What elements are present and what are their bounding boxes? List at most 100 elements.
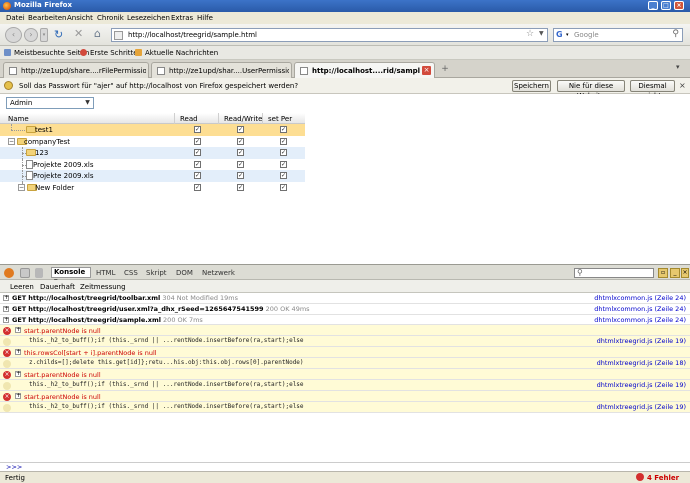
source-link[interactable]: dhtmlxtreegrid.js (Zeile 19): [597, 337, 686, 345]
not-now-button[interactable]: Diesmal nicht: [630, 80, 675, 100]
back-button[interactable]: ‹: [5, 27, 22, 43]
clear-button[interactable]: Leeren: [10, 283, 34, 291]
close-window-button[interactable]: ×: [674, 1, 684, 10]
read-checkbox[interactable]: ✓: [194, 160, 201, 168]
log-row-error[interactable]: × + start.parentNode is null: [0, 325, 690, 336]
options-icon[interactable]: [35, 268, 43, 278]
firebug-search-input[interactable]: ⚲: [574, 268, 654, 278]
breakpoint-icon[interactable]: [3, 382, 11, 390]
console-command-line[interactable]: >>>: [0, 462, 690, 471]
collapse-toggle-icon[interactable]: −: [18, 183, 25, 191]
tab-sample-html[interactable]: http://localhost....rid/sample.html ×: [294, 62, 435, 79]
expand-icon[interactable]: +: [3, 306, 9, 312]
minimize-firebug-icon[interactable]: _: [670, 268, 680, 278]
column-read[interactable]: Read: [180, 115, 198, 123]
breakpoint-icon[interactable]: [3, 338, 11, 346]
log-row-error[interactable]: × + start.parentNode is null: [0, 391, 690, 402]
url-bar[interactable]: http://localhost/treegrid/sample.html ☆ …: [111, 28, 548, 42]
menu-lesezeichen[interactable]: Lesezeichen: [127, 14, 170, 22]
source-link[interactable]: dhtmlxtreegrid.js (Zeile 19): [597, 381, 686, 389]
log-row-net[interactable]: + GET http://localhost/treegrid/user.xml…: [0, 304, 690, 315]
reload-icon[interactable]: ↻: [54, 28, 63, 41]
set-per-checkbox[interactable]: ✓: [280, 172, 287, 179]
persist-button[interactable]: Dauerhaft: [40, 283, 75, 291]
expand-icon[interactable]: +: [3, 317, 9, 323]
error-count-badge[interactable]: 4 Fehler: [636, 473, 679, 483]
collapse-toggle-icon[interactable]: −: [8, 137, 15, 145]
column-name[interactable]: Name: [8, 115, 29, 123]
source-link[interactable]: dhtmlxcommon.js (Zeile 24): [594, 305, 686, 313]
source-link[interactable]: dhtmlxcommon.js (Zeile 24): [594, 316, 686, 324]
google-engine-icon[interactable]: G: [556, 30, 563, 39]
menu-extras[interactable]: Extras: [171, 14, 193, 22]
read-write-checkbox[interactable]: ✓: [237, 183, 244, 191]
set-per-checkbox[interactable]: ✓: [280, 126, 287, 133]
set-per-checkbox[interactable]: ✓: [280, 183, 287, 191]
menu-ansicht[interactable]: Ansicht: [67, 14, 93, 22]
expand-icon[interactable]: +: [3, 295, 9, 301]
tab-dom[interactable]: DOM: [176, 269, 193, 277]
bookmark-star-icon[interactable]: ☆: [526, 29, 534, 39]
read-write-checkbox[interactable]: ✓: [237, 126, 244, 133]
log-row-error[interactable]: × + start.parentNode is null: [0, 369, 690, 380]
search-input[interactable]: G ▾ Google ⚲: [553, 28, 683, 42]
set-per-checkbox[interactable]: ✓: [280, 149, 287, 156]
chevron-down-icon[interactable]: ▼: [83, 99, 92, 107]
inspect-icon[interactable]: [20, 268, 30, 278]
expand-icon[interactable]: +: [15, 349, 21, 355]
close-tab-icon[interactable]: ×: [422, 66, 431, 75]
forward-button[interactable]: ›: [24, 28, 38, 42]
close-notification-icon[interactable]: ×: [679, 81, 686, 90]
expand-icon[interactable]: +: [15, 393, 21, 399]
read-write-checkbox[interactable]: ✓: [237, 137, 244, 145]
menu-datei[interactable]: Datei: [6, 14, 25, 22]
tab-skript[interactable]: Skript: [146, 269, 167, 277]
set-per-checkbox[interactable]: ✓: [280, 160, 287, 168]
tab-list-icon[interactable]: ▾: [676, 63, 686, 75]
tab-css[interactable]: CSS: [124, 269, 138, 277]
close-firebug-icon[interactable]: ×: [681, 268, 689, 278]
source-link[interactable]: dhtmlxtreegrid.js (Zeile 18): [597, 359, 686, 367]
tab-html[interactable]: HTML: [96, 269, 115, 277]
table-row[interactable]: Projekte 2009.xls ✓ ✓ ✓: [0, 170, 305, 182]
set-per-checkbox[interactable]: ✓: [280, 137, 287, 145]
save-password-button[interactable]: Speichern: [512, 80, 551, 92]
home-icon[interactable]: ⌂: [94, 27, 101, 40]
read-write-checkbox[interactable]: ✓: [237, 172, 244, 179]
read-checkbox[interactable]: ✓: [194, 172, 201, 179]
bookmark-most-visited[interactable]: Meistbesuchte Seiten: [4, 49, 89, 57]
menu-bearbeiten[interactable]: Bearbeiten: [28, 14, 66, 22]
column-read-write[interactable]: Read/Write: [224, 115, 262, 123]
table-row[interactable]: 123 ✓ ✓ ✓: [0, 147, 305, 159]
expand-icon[interactable]: +: [15, 327, 21, 333]
stop-icon[interactable]: ✕: [74, 27, 83, 40]
tab-netzwerk[interactable]: Netzwerk: [202, 269, 235, 277]
breakpoint-icon[interactable]: [3, 360, 11, 368]
read-write-checkbox[interactable]: ✓: [237, 149, 244, 156]
history-dropdown-icon[interactable]: ▾: [40, 28, 48, 42]
table-row[interactable]: − companyTest ✓ ✓ ✓: [0, 136, 305, 148]
firebug-icon[interactable]: [4, 268, 14, 278]
expand-icon[interactable]: +: [15, 371, 21, 377]
log-row-net[interactable]: + GET http://localhost/treegrid/toolbar.…: [0, 293, 690, 304]
read-checkbox[interactable]: ✓: [194, 183, 201, 191]
read-checkbox[interactable]: ✓: [194, 126, 201, 133]
site-identity-icon[interactable]: [114, 31, 123, 40]
tab-console[interactable]: Konsole ▾: [51, 267, 91, 285]
table-row[interactable]: − New Folder ✓ ✓ ✓: [0, 181, 305, 194]
read-checkbox[interactable]: ✓: [194, 149, 201, 156]
url-dropdown-icon[interactable]: ▼: [539, 30, 544, 37]
search-icon[interactable]: ⚲: [672, 29, 679, 39]
engine-dropdown-icon[interactable]: ▾: [566, 32, 569, 38]
detach-icon[interactable]: ▫: [658, 268, 668, 278]
tab-file-permission[interactable]: http://ze1upd/share....rFilePermission.a…: [3, 62, 149, 78]
read-write-checkbox[interactable]: ✓: [237, 160, 244, 168]
log-row-error[interactable]: × + this.rowsCol[start + i].parentNode i…: [0, 347, 690, 358]
new-tab-button[interactable]: +: [439, 64, 451, 76]
maximize-button[interactable]: □: [661, 1, 671, 10]
source-link[interactable]: dhtmlxtreegrid.js (Zeile 19): [597, 403, 686, 411]
bookmark-first-steps[interactable]: Erste Schritte: [80, 49, 138, 57]
tab-user-permission[interactable]: http://ze1upd/shar....UserPermission.asp…: [151, 62, 292, 78]
never-for-site-button[interactable]: Nie für diese Website: [557, 80, 625, 100]
read-checkbox[interactable]: ✓: [194, 137, 201, 145]
